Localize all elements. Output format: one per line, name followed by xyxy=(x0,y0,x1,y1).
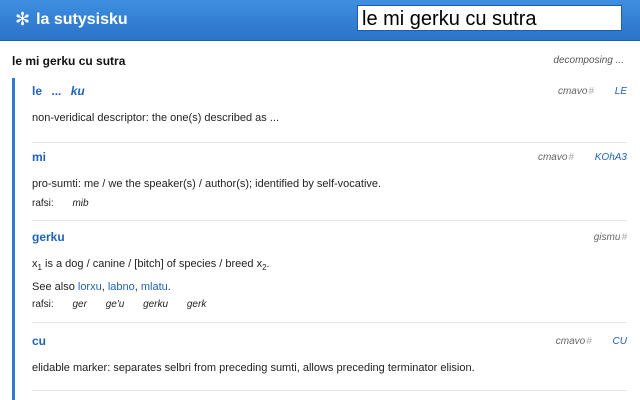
word-type: gismu xyxy=(593,232,621,243)
rafsi-row: rafsi: ger ge'u gerku gerk xyxy=(32,299,627,310)
definition: non-veridical descriptor: the one(s) des… xyxy=(32,112,280,124)
hash-icon[interactable]: # xyxy=(588,86,594,97)
word-gerku[interactable]: gerku xyxy=(32,230,65,244)
see-also-link-lorxu[interactable]: lorxu xyxy=(78,281,102,293)
word-mi[interactable]: mi xyxy=(32,150,46,164)
hash-icon[interactable]: # xyxy=(621,232,627,243)
entries-list: le ... ku cmavo# LE non-veridical descri… xyxy=(12,78,627,400)
rafsi-item: gerku xyxy=(143,299,169,311)
ellipsis: ... xyxy=(51,84,62,98)
query-text: le mi gerku cu sutra xyxy=(12,54,126,68)
status-text: decomposing ... xyxy=(553,55,624,66)
selmaho-link[interactable]: LE xyxy=(615,86,627,97)
query-line: le mi gerku cu sutra decomposing ... xyxy=(12,54,624,72)
rafsi-item: gerk xyxy=(186,299,207,311)
selmaho-link[interactable]: KOhA3 xyxy=(595,152,627,163)
word-type: cmavo xyxy=(555,336,586,347)
entry-cu: cu cmavo# CU elidable marker: separates … xyxy=(32,334,627,391)
word-type: cmavo xyxy=(537,152,568,163)
hash-icon[interactable]: # xyxy=(586,336,592,347)
rafsi-label: rafsi: xyxy=(32,198,54,209)
rafsi-item: mib xyxy=(72,198,89,209)
brand-title: la sutysisku xyxy=(36,10,128,28)
selmaho-link[interactable]: CU xyxy=(613,336,627,347)
asterisk-icon: ✻ xyxy=(15,9,31,29)
word-cu[interactable]: cu xyxy=(32,334,46,348)
word-type: cmavo xyxy=(557,86,588,97)
see-also-link-mlatu[interactable]: mlatu xyxy=(141,281,168,293)
header-bar: ✻ la sutysisku le mi gerku cu sutra xyxy=(0,0,640,41)
definition: pro-sumti: me / we the speaker(s) / auth… xyxy=(32,178,382,190)
see-also-row: See also lorxu, labno, mlatu. xyxy=(32,281,171,294)
word-ku[interactable]: ku xyxy=(71,84,85,98)
definition: x1 is a dog / canine / [bitch] of specie… xyxy=(32,258,270,273)
rafsi-item: ge'u xyxy=(105,299,125,311)
definition: elidable marker: separates selbri from p… xyxy=(32,362,475,374)
entry-gerku: gerku gismu# x1 is a dog / canine / [bit… xyxy=(32,230,627,323)
rafsi-label: rafsi: xyxy=(32,299,54,311)
rafsi-row: rafsi: mib xyxy=(32,198,627,209)
entry-le: le ... ku cmavo# LE non-veridical descri… xyxy=(32,84,627,143)
see-also-label: See also xyxy=(32,281,75,294)
entry-mi: mi cmavo# KOhA3 pro-sumti: me / we the s… xyxy=(32,150,627,221)
hash-icon[interactable]: # xyxy=(568,152,574,163)
search-input[interactable]: le mi gerku cu sutra xyxy=(357,5,622,31)
see-also-link-labno[interactable]: labno xyxy=(108,281,135,293)
rafsi-item: ger xyxy=(72,299,87,311)
word-le[interactable]: le xyxy=(32,84,42,98)
brand[interactable]: ✻ la sutysisku xyxy=(15,9,128,30)
